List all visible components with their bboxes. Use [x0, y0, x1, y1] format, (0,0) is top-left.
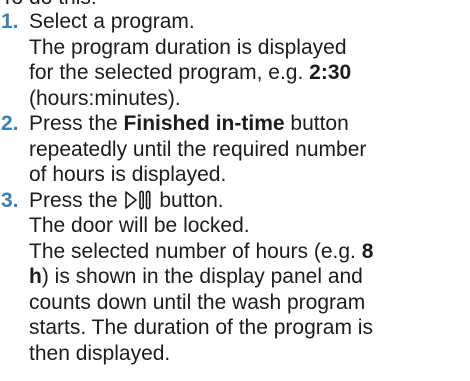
step-number: 1.	[1, 10, 19, 33]
step-number: 2.	[1, 112, 19, 135]
text-segment: The program duration is displayed	[29, 35, 347, 59]
step-line: The selected number of hours (e.g. 8	[29, 239, 470, 265]
step-line: then displayed.	[29, 341, 470, 367]
text-segment: Select a program.	[29, 10, 195, 33]
instruction-steps: 1. Select a program. The program duration …	[0, 9, 470, 366]
text-segment: Press the	[29, 112, 124, 135]
text-segment: The door will be locked.	[29, 214, 250, 237]
text-segment: button.	[153, 188, 224, 212]
emphasis-text: Finished in-time	[123, 112, 285, 135]
text-segment: repeatedly until the required number	[29, 137, 367, 161]
emphasis-text: h	[29, 265, 42, 288]
text-segment: counts down until the wash program	[29, 290, 366, 314]
text-segment: then displayed.	[29, 341, 171, 365]
text-segment: of hours is displayed.	[29, 163, 227, 186]
text-segment: Press the	[29, 188, 124, 212]
step-line: The program duration is displayed	[29, 35, 470, 61]
text-segment: ) is shown in the display panel and	[41, 265, 363, 288]
emphasis-text: 8	[361, 239, 374, 263]
text-segment: (hours:minutes).	[29, 86, 181, 110]
step-item: 1. Select a program. The program duration …	[0, 9, 470, 111]
text-segment: for the selected program, e.g.	[29, 61, 310, 84]
text-segment: button	[284, 112, 349, 135]
step-line: h) is shown in the display panel and	[29, 264, 470, 290]
emphasis-text: 2:30	[309, 61, 352, 84]
step-item: 3. Press the button. The door will be lock…	[0, 188, 470, 367]
step-line: The door will be locked.	[29, 213, 470, 239]
step-line: repeatedly until the required number	[29, 137, 470, 163]
step-line: starts. The duration of the program is	[29, 315, 470, 341]
text-segment: starts. The duration of the program is	[29, 316, 373, 339]
step-item: 2. Press the Finished in-time button repea…	[0, 111, 470, 188]
step-number: 3.	[1, 188, 19, 212]
step-line: Select a program.	[29, 9, 470, 35]
step-line: for the selected program, e.g. 2:30	[29, 60, 470, 86]
step-line: (hours:minutes).	[29, 86, 470, 112]
start-pause-icon	[124, 190, 154, 210]
step-line: Press the button.	[29, 188, 470, 214]
text-segment: The selected number of hours (e.g.	[29, 239, 362, 263]
step-line: of hours is displayed.	[29, 162, 470, 188]
step-line: Press the Finished in-time button	[29, 111, 470, 137]
step-line: counts down until the wash program	[29, 290, 470, 316]
